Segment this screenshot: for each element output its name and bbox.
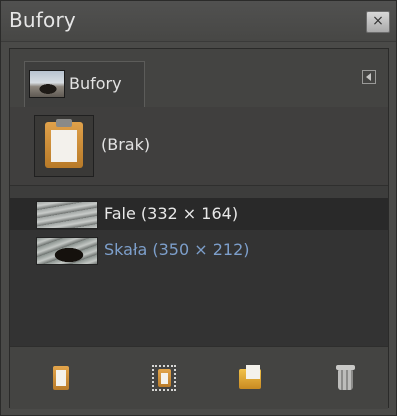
buffer-list: Fale (332 × 164) Skała (350 × 212): [10, 198, 388, 346]
rock-thumbnail: [36, 237, 98, 265]
buffers-dockable: Bufory (Brak) Fale (332 × 164) Skała (35…: [9, 48, 389, 409]
buffer-name: Fale (332 × 164): [104, 204, 239, 223]
buffers-tab-icon: [29, 70, 65, 98]
tab-label: Bufory: [69, 74, 122, 93]
clipboard-icon: [34, 115, 94, 177]
buffers-toolbar: [10, 346, 388, 409]
tab-buffers[interactable]: Bufory: [24, 61, 145, 108]
list-item[interactable]: Fale (332 × 164): [10, 198, 388, 230]
tab-menu-icon[interactable]: [362, 70, 376, 84]
close-button[interactable]: ×: [366, 11, 390, 33]
window-title: Bufory: [9, 8, 76, 32]
buffer-name: Skała (350 × 212): [104, 240, 250, 259]
paste-buffer-button[interactable]: [46, 363, 76, 393]
buffers-window: Bufory × Bufory (Brak) Fale (332 × 164): [0, 0, 397, 416]
delete-buffer-button[interactable]: [330, 363, 360, 393]
paste-into-button[interactable]: [150, 363, 180, 393]
list-item[interactable]: Skała (350 × 212): [10, 234, 388, 266]
waves-thumbnail: [36, 201, 98, 229]
close-icon: ×: [372, 13, 384, 29]
none-buffer-label: (Brak): [101, 135, 151, 154]
none-buffer-item[interactable]: (Brak): [10, 107, 388, 186]
paste-as-new-button[interactable]: [236, 363, 266, 393]
tab-bar: Bufory: [10, 49, 388, 108]
title-bar[interactable]: Bufory ×: [1, 1, 396, 42]
